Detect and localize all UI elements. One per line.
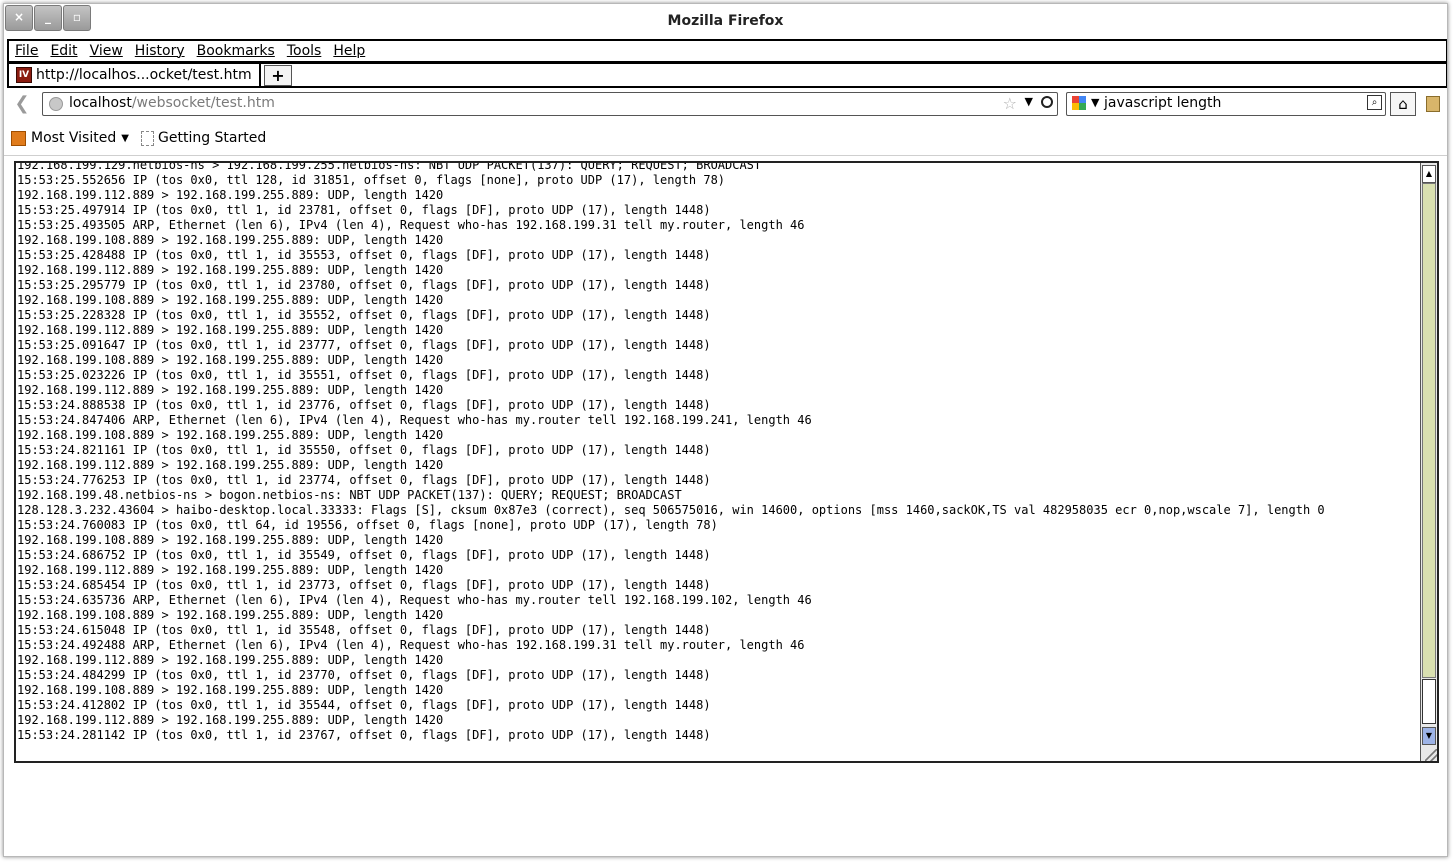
log-line: 15:53:25.295779 IP (tos 0x0, ttl 1, id 2… (17, 278, 711, 292)
log-line: 15:53:25.228328 IP (tos 0x0, ttl 1, id 3… (17, 308, 711, 322)
log-line: 192.168.199.108.889 > 192.168.199.255.88… (17, 428, 444, 442)
stop-reload-icon[interactable] (1041, 96, 1053, 108)
log-textarea[interactable]: 192.168.199.129.netbios-ns > 192.168.199… (14, 161, 1439, 763)
bookmark-star-icon[interactable]: ☆ (1003, 94, 1017, 113)
log-line: 15:53:24.492488 ARP, Ethernet (len 6), I… (17, 638, 805, 652)
log-line: 192.168.199.112.889 > 192.168.199.255.88… (17, 563, 444, 577)
tab-label: http://localhos...ocket/test.htm (36, 67, 252, 83)
address-bar[interactable]: localhost/websocket/test.htm ☆ ▼ (42, 92, 1058, 116)
log-line: 15:53:24.281142 IP (tos 0x0, ttl 1, id 2… (17, 728, 711, 742)
log-line: 192.168.199.112.889 > 192.168.199.255.88… (17, 458, 444, 472)
back-arrow-icon[interactable]: ❮ (10, 93, 34, 115)
tab-strip: IV http://localhos...ocket/test.htm + (7, 62, 1447, 88)
vertical-scrollbar[interactable]: ▲ ▼ (1420, 163, 1437, 761)
log-line: 15:53:24.760083 IP (tos 0x0, ttl 64, id … (17, 518, 718, 532)
log-line: 15:53:24.821161 IP (tos 0x0, ttl 1, id 3… (17, 443, 711, 457)
menu-file[interactable]: File (15, 43, 38, 59)
log-line: 15:53:25.493505 ARP, Ethernet (len 6), I… (17, 218, 805, 232)
log-line: 192.168.199.108.889 > 192.168.199.255.88… (17, 293, 444, 307)
log-line: 192.168.199.112.889 > 192.168.199.255.88… (17, 653, 444, 667)
log-line: 192.168.199.112.889 > 192.168.199.255.88… (17, 323, 444, 337)
menu-tools[interactable]: Tools (287, 43, 322, 59)
url-history-dropdown-icon[interactable]: ▼ (1025, 95, 1033, 108)
log-line: 15:53:25.091647 IP (tos 0x0, ttl 1, id 2… (17, 338, 711, 352)
most-visited-label: Most Visited (31, 130, 117, 146)
scroll-down-icon[interactable]: ▼ (1422, 727, 1436, 745)
search-bar[interactable]: ▼ javascript length ⌕ (1066, 92, 1386, 116)
search-input[interactable]: javascript length (1104, 95, 1221, 111)
title-bar: × _ ▫ Mozilla Firefox (4, 4, 1447, 37)
chevron-down-icon: ▼ (121, 132, 129, 144)
search-engine-icon[interactable] (1072, 96, 1086, 110)
log-line: 15:53:24.686752 IP (tos 0x0, ttl 1, id 3… (17, 548, 711, 562)
new-tab-button[interactable]: + (264, 65, 292, 86)
bookmarks-toolbar: Most Visited ▼ Getting Started (4, 124, 1447, 152)
log-line: 192.168.199.108.889 > 192.168.199.255.88… (17, 533, 444, 547)
log-line: 192.168.199.112.889 > 192.168.199.255.88… (17, 713, 444, 727)
feed-icon (11, 130, 26, 146)
url-host: localhost (69, 95, 132, 111)
window-title: Mozilla Firefox (667, 13, 784, 29)
url-text[interactable]: localhost/websocket/test.htm (69, 95, 275, 111)
log-line: 192.168.199.108.889 > 192.168.199.255.88… (17, 608, 444, 622)
menu-help[interactable]: Help (333, 43, 365, 59)
log-line: 15:53:24.847406 ARP, Ethernet (len 6), I… (17, 413, 812, 427)
menu-edit[interactable]: Edit (50, 43, 77, 59)
log-line: 15:53:25.023226 IP (tos 0x0, ttl 1, id 3… (17, 368, 711, 382)
menu-bookmarks[interactable]: Bookmarks (197, 43, 275, 59)
getting-started-label: Getting Started (158, 130, 267, 146)
log-line: 15:53:25.552656 IP (tos 0x0, ttl 128, id… (17, 173, 726, 187)
log-text: 192.168.199.129.netbios-ns > 192.168.199… (17, 161, 1417, 743)
scroll-thumb[interactable] (1422, 679, 1436, 724)
log-line: 15:53:25.497914 IP (tos 0x0, ttl 1, id 2… (17, 203, 711, 217)
log-line: 192.168.199.108.889 > 192.168.199.255.88… (17, 683, 444, 697)
search-go-icon[interactable]: ⌕ (1367, 95, 1382, 110)
resize-grip-icon[interactable] (1425, 749, 1437, 761)
browser-window: × _ ▫ Mozilla Firefox File Edit View His… (3, 3, 1448, 857)
navigation-toolbar: ❮ localhost/websocket/test.htm ☆ ▼ ▼ jav… (4, 88, 1447, 122)
log-line: 192.168.199.112.889 > 192.168.199.255.88… (17, 263, 444, 277)
page-icon (141, 130, 154, 146)
log-line: 192.168.199.108.889 > 192.168.199.255.88… (17, 233, 444, 247)
bookmark-most-visited[interactable]: Most Visited ▼ (11, 130, 129, 146)
log-line: 15:53:24.888538 IP (tos 0x0, ttl 1, id 2… (17, 398, 711, 412)
log-line: 15:53:24.685454 IP (tos 0x0, ttl 1, id 2… (17, 578, 711, 592)
site-identity-icon[interactable] (49, 97, 63, 111)
log-line: 128.128.3.232.43604 > haibo-desktop.loca… (17, 503, 1325, 517)
scroll-track[interactable] (1422, 183, 1436, 678)
log-line: 15:53:25.428488 IP (tos 0x0, ttl 1, id 3… (17, 248, 711, 262)
log-line: 15:53:24.776253 IP (tos 0x0, ttl 1, id 2… (17, 473, 711, 487)
menu-view[interactable]: View (90, 43, 123, 59)
log-line: 192.168.199.108.889 > 192.168.199.255.88… (17, 353, 444, 367)
log-line: 15:53:24.615048 IP (tos 0x0, ttl 1, id 3… (17, 623, 711, 637)
home-button-icon[interactable]: ⌂ (1390, 92, 1416, 116)
bookmark-getting-started[interactable]: Getting Started (141, 130, 266, 146)
scroll-up-icon[interactable]: ▲ (1422, 165, 1436, 183)
url-path: /websocket/test.htm (131, 95, 275, 111)
log-line: 192.168.199.112.889 > 192.168.199.255.88… (17, 188, 444, 202)
log-line: 192.168.199.112.889 > 192.168.199.255.88… (17, 383, 444, 397)
log-line: 192.168.199.129.netbios-ns > 192.168.199… (17, 161, 762, 172)
log-line: 15:53:24.635736 ARP, Ethernet (len 6), I… (17, 593, 812, 607)
log-line: 15:53:24.484299 IP (tos 0x0, ttl 1, id 2… (17, 668, 711, 682)
log-line: 15:53:24.412802 IP (tos 0x0, ttl 1, id 3… (17, 698, 711, 712)
menu-bar: File Edit View History Bookmarks Tools H… (7, 39, 1447, 63)
search-engine-dropdown-icon[interactable]: ▼ (1091, 96, 1099, 109)
tab-active[interactable]: IV http://localhos...ocket/test.htm (11, 64, 261, 86)
content-divider (4, 155, 1447, 156)
page-favicon-icon: IV (16, 67, 32, 83)
log-line: 192.168.199.48.netbios-ns > bogon.netbio… (17, 488, 682, 502)
bookmarks-menu-icon[interactable] (1426, 96, 1440, 112)
menu-history[interactable]: History (135, 43, 185, 59)
